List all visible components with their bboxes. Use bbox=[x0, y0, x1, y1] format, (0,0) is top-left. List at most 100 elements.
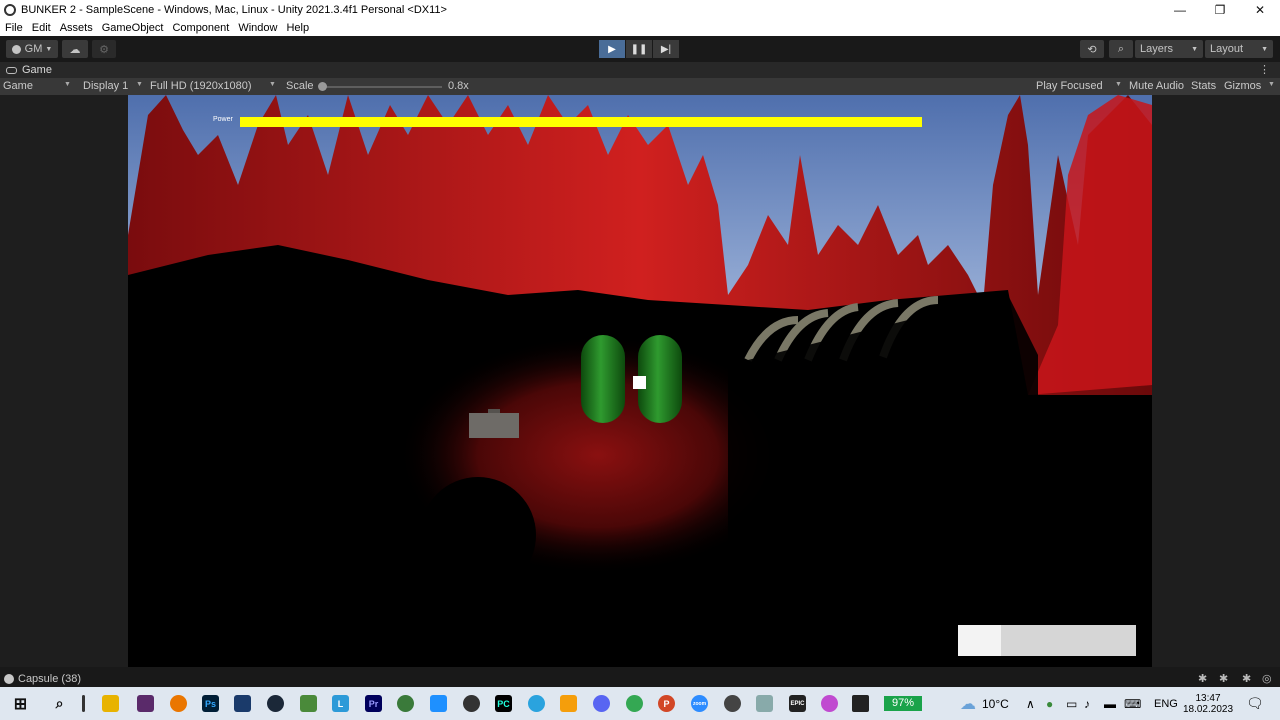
paint-icon[interactable] bbox=[756, 695, 773, 712]
chevron-down-icon: ▼ bbox=[1191, 45, 1198, 53]
layout-dropdown[interactable]: Layout ▼ bbox=[1205, 40, 1273, 58]
window-title: BUNKER 2 - SampleScene - Windows, Mac, L… bbox=[21, 4, 447, 16]
search-icon: ⌕ bbox=[1117, 42, 1125, 55]
menu-help[interactable]: Help bbox=[286, 22, 309, 34]
layers-dropdown[interactable]: Layers ▼ bbox=[1135, 40, 1203, 58]
bottom-right-bar bbox=[958, 625, 1136, 656]
debug-icon[interactable]: ✱ bbox=[1198, 672, 1207, 685]
view-mode-dropdown[interactable]: Game bbox=[3, 80, 33, 92]
chevron-down-icon: ▼ bbox=[136, 81, 143, 88]
check-circle-icon[interactable]: ◎ bbox=[1262, 672, 1272, 685]
cloud-button[interactable]: ☁ bbox=[62, 40, 88, 58]
blender-icon[interactable] bbox=[170, 695, 187, 712]
language-indicator[interactable]: ENG bbox=[1154, 687, 1178, 720]
tab-game[interactable]: Game bbox=[22, 64, 52, 76]
main-toolbar: GM ▼ ☁ ⚙ ▶ ❚❚ ▶| ⟲ ⌕ Layers ▼ Layout ▼ bbox=[0, 36, 1280, 62]
play-focused-dropdown[interactable]: Play Focused bbox=[1036, 80, 1103, 92]
steam-icon[interactable] bbox=[267, 695, 284, 712]
close-button[interactable]: ✕ bbox=[1240, 0, 1280, 20]
weather-widget[interactable]: ☁ 10°C bbox=[960, 687, 1009, 720]
menu-gameobject[interactable]: GameObject bbox=[102, 22, 164, 34]
chevron-down-icon: ▼ bbox=[269, 81, 276, 88]
chrome-icon[interactable] bbox=[626, 695, 643, 712]
stats-toggle[interactable]: Stats bbox=[1191, 80, 1216, 92]
headphones-icon[interactable] bbox=[234, 695, 251, 712]
unity-hub-icon[interactable] bbox=[724, 695, 741, 712]
menu-window[interactable]: Window bbox=[238, 22, 277, 34]
volume-icon[interactable]: ♪ bbox=[1084, 687, 1090, 720]
crosshair bbox=[633, 376, 646, 389]
notepad-icon[interactable] bbox=[300, 695, 317, 712]
mute-audio-toggle[interactable]: Mute Audio bbox=[1129, 80, 1184, 92]
sublime-icon[interactable] bbox=[560, 695, 577, 712]
edge-icon[interactable] bbox=[430, 695, 447, 712]
cat-app-icon[interactable] bbox=[137, 695, 154, 712]
chevron-down-icon: ▼ bbox=[1115, 81, 1122, 88]
layers-label: Layers bbox=[1140, 43, 1174, 55]
collab-button[interactable]: ⚙ bbox=[92, 40, 116, 58]
battery-indicator[interactable]: 97% bbox=[884, 696, 922, 711]
minimize-button[interactable]: — bbox=[1160, 0, 1200, 20]
discord-icon[interactable] bbox=[593, 695, 610, 712]
telegram-icon[interactable] bbox=[528, 695, 545, 712]
more-options-icon[interactable]: ⋮ bbox=[1259, 63, 1270, 76]
menu-component[interactable]: Component bbox=[172, 22, 229, 34]
zoom-icon[interactable]: zoom bbox=[691, 695, 708, 712]
scale-slider-track[interactable] bbox=[322, 86, 442, 88]
scale-slider-handle[interactable] bbox=[318, 82, 327, 91]
premiere-icon[interactable]: Pr bbox=[365, 695, 382, 712]
windows-start-icon[interactable]: ⊞ bbox=[12, 695, 29, 713]
resolution-dropdown[interactable]: Full HD (1920x1080) bbox=[150, 80, 252, 92]
layout-label: Layout bbox=[1210, 43, 1244, 55]
cloud-icon: ☁ bbox=[69, 43, 81, 56]
windows-taskbar: ⊞ ⌕ Ps L Pr PC P zoom EPIC 97% ☁ 10°C ∧ … bbox=[0, 687, 1280, 720]
network-icon[interactable]: ▭ bbox=[1066, 687, 1077, 720]
chevron-down-icon: ▼ bbox=[1268, 81, 1275, 88]
powerpoint-icon[interactable]: P bbox=[658, 695, 675, 712]
play-controls: ▶ ❚❚ ▶| bbox=[599, 40, 679, 58]
pause-icon: ❚❚ bbox=[630, 43, 648, 55]
unity-icon[interactable] bbox=[852, 695, 869, 712]
display-dropdown[interactable]: Display 1 bbox=[83, 80, 128, 92]
obs-icon[interactable] bbox=[463, 695, 480, 712]
step-icon: ▶| bbox=[660, 43, 672, 55]
dark-sphere bbox=[420, 477, 536, 593]
history-icon: ⟲ bbox=[1087, 43, 1097, 56]
chevron-down-icon: ▼ bbox=[1261, 45, 1268, 53]
pause-button[interactable]: ❚❚ bbox=[626, 40, 652, 58]
play-icon: ▶ bbox=[608, 43, 616, 55]
chevron-up-icon[interactable]: ∧ bbox=[1026, 687, 1035, 720]
drop-app-icon[interactable] bbox=[821, 695, 838, 712]
battery-icon[interactable]: ▬ bbox=[1104, 687, 1116, 720]
game-view[interactable]: Power bbox=[128, 95, 1152, 667]
green-app-icon[interactable] bbox=[397, 695, 414, 712]
gizmos-toggle[interactable]: Gizmos bbox=[1224, 80, 1261, 92]
network-icon[interactable]: ✱ bbox=[1219, 672, 1228, 685]
clock[interactable]: 13:47 18.02.2023 bbox=[1183, 687, 1233, 720]
notifications-icon[interactable]: 🗨 bbox=[1246, 687, 1264, 720]
keyboard-icon[interactable]: ⌨ bbox=[1124, 687, 1141, 720]
history-button[interactable]: ⟲ bbox=[1080, 40, 1104, 58]
status-message[interactable]: Capsule (38) bbox=[18, 673, 81, 685]
file-explorer-icon[interactable] bbox=[102, 695, 119, 712]
info-icon bbox=[4, 673, 14, 684]
search-button[interactable]: ⌕ bbox=[1109, 40, 1133, 58]
chevron-down-icon: ▼ bbox=[64, 81, 71, 88]
photoshop-icon[interactable]: Ps bbox=[202, 695, 219, 712]
account-dropdown[interactable]: GM ▼ bbox=[6, 40, 58, 58]
menu-assets[interactable]: Assets bbox=[60, 22, 93, 34]
maximize-button[interactable]: ❐ bbox=[1200, 0, 1240, 20]
menu-edit[interactable]: Edit bbox=[32, 22, 51, 34]
l-app-icon[interactable]: L bbox=[332, 695, 349, 712]
game-tab-header: Game ⋮ bbox=[0, 62, 1280, 78]
tray-app-icon[interactable]: ● bbox=[1046, 687, 1053, 720]
account-icon bbox=[11, 44, 21, 54]
menu-file[interactable]: File bbox=[5, 22, 23, 34]
play-button[interactable]: ▶ bbox=[599, 40, 625, 58]
pycharm-icon[interactable]: PC bbox=[495, 695, 512, 712]
power-bar bbox=[240, 117, 922, 127]
epic-games-icon[interactable]: EPIC bbox=[789, 695, 806, 712]
step-button[interactable]: ▶| bbox=[653, 40, 679, 58]
hub-icon[interactable]: ✱ bbox=[1242, 672, 1251, 685]
search-icon[interactable]: ⌕ bbox=[51, 695, 68, 712]
